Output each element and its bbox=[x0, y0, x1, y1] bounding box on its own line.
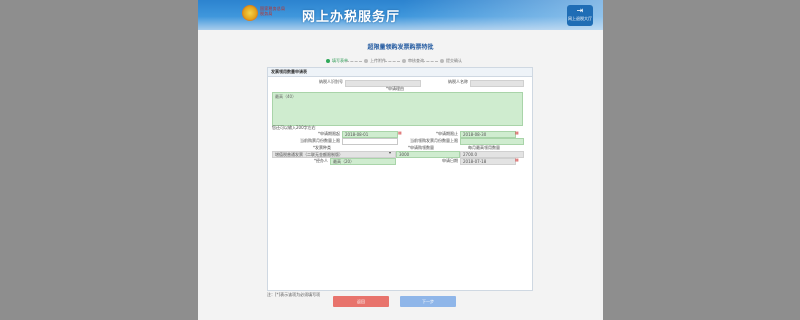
taxpayer-name-field bbox=[470, 80, 524, 87]
step-dot-icon bbox=[364, 59, 368, 63]
step-progress: 填写表单 上传附件 审核查询 提交确认 bbox=[326, 58, 476, 66]
apply-end-field[interactable]: 2018-08-30 bbox=[460, 131, 516, 138]
footer-note: 注：[*]表示该项为必须填写项 bbox=[267, 292, 321, 297]
step-3: 审核查询 bbox=[402, 58, 424, 64]
exit-icon: ⇥ bbox=[576, 6, 584, 15]
calendar-icon[interactable]: ▦ bbox=[515, 157, 519, 162]
step-4: 提交确认 bbox=[440, 58, 462, 64]
site-title: 网上办税服务厅 bbox=[302, 10, 401, 25]
step-dot-icon bbox=[402, 59, 406, 63]
right-background bbox=[603, 0, 800, 320]
header-banner: 国家税务总局 税务局 网上办税服务厅 ⇥ 网上退税大厅 bbox=[198, 0, 603, 30]
org-name: 国家税务总局 税务局 bbox=[260, 6, 286, 16]
step-dot-icon bbox=[326, 59, 330, 63]
current-limit-label: 当前购票月份数量上限 bbox=[300, 138, 340, 143]
invoice-type-select[interactable]: 增值税普通发票（二联无金额限制版） bbox=[272, 151, 396, 158]
apply-qty-field[interactable]: 3000 bbox=[396, 151, 460, 158]
step-1: 填写表单 bbox=[326, 58, 348, 64]
application-form-panel: 发票领用数量申请表 纳税人识别号 纳税人名称 *申请理由 最高（40） 您还可以… bbox=[267, 67, 533, 291]
apply-end-label: *申请期限止 bbox=[436, 131, 458, 136]
new-limit-label: 当前领购发票月份数量上限 bbox=[410, 138, 458, 143]
taxpayer-id-field bbox=[345, 80, 421, 87]
current-limit-field[interactable] bbox=[342, 138, 398, 145]
agent-field[interactable]: 最高（20） bbox=[330, 158, 396, 165]
step-2: 上传附件 bbox=[364, 58, 386, 64]
form-section-title: 发票领用数量申请表 bbox=[268, 68, 532, 77]
national-emblem-icon bbox=[242, 5, 258, 21]
agent-label: *经办人 bbox=[314, 158, 328, 163]
calendar-icon[interactable]: ▦ bbox=[398, 130, 402, 135]
apply-start-field[interactable]: 2018-08-01 bbox=[342, 131, 398, 138]
page-title: 超限量领购发票购票特批 bbox=[367, 44, 434, 51]
chevron-down-icon[interactable]: ▾ bbox=[389, 150, 391, 156]
reason-textarea[interactable]: 最高（40） bbox=[272, 92, 523, 126]
step-dot-icon bbox=[440, 59, 444, 63]
apply-date-field: 2018-07-18 bbox=[460, 158, 516, 165]
taxpayer-name-label: 纳税人名称 bbox=[448, 79, 468, 84]
calendar-icon[interactable]: ▦ bbox=[515, 130, 519, 135]
left-background bbox=[0, 0, 198, 320]
new-limit-field[interactable] bbox=[460, 138, 524, 145]
back-button[interactable]: 返回 bbox=[333, 296, 389, 307]
apply-start-label: *申请期限起 bbox=[318, 131, 340, 136]
apply-date-label: 申请日期 bbox=[442, 158, 458, 163]
next-button[interactable]: 下一步 bbox=[400, 296, 456, 307]
taxpayer-id-label: 纳税人识别号 bbox=[319, 79, 343, 84]
logout-button[interactable]: ⇥ 网上退税大厅 bbox=[567, 5, 593, 26]
